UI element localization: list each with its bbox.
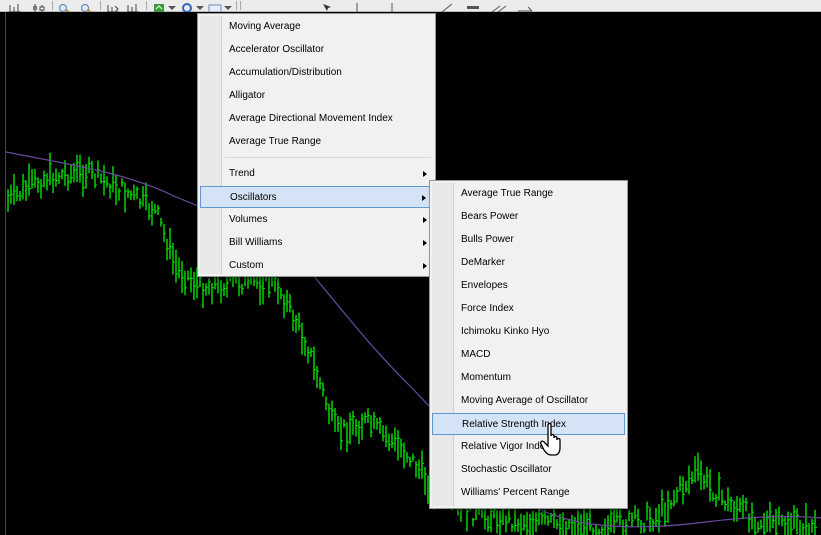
toolbar <box>0 0 821 18</box>
menu-item-label: Ichimoku Kinko Hyo <box>461 326 550 337</box>
chevron-down-icon[interactable] <box>196 6 204 10</box>
menu-item[interactable]: DeMarker <box>432 252 625 274</box>
menu-item[interactable]: Force Index <box>432 298 625 320</box>
submenu-arrow-icon <box>422 195 426 201</box>
menu-item[interactable]: Moving Average <box>200 16 433 38</box>
vertical-line-icon[interactable] <box>350 0 364 13</box>
menu-item[interactable]: Moving Average of Oscillator <box>432 390 625 412</box>
menu-item[interactable]: Ichimoku Kinko Hyo <box>432 321 625 343</box>
submenu-arrow-icon <box>423 263 427 269</box>
toolbar-separator <box>52 1 53 10</box>
menu-item[interactable]: Accelerator Oscillator <box>200 39 433 61</box>
chart-bar-icon[interactable] <box>8 0 22 13</box>
chevron-down-icon[interactable] <box>168 6 176 10</box>
menu-item[interactable]: Relative Vigor Index <box>432 436 625 458</box>
chevron-down-icon[interactable] <box>224 6 232 10</box>
menu-item-label: Bears Power <box>461 211 519 222</box>
menu-item-label: Envelopes <box>461 280 508 291</box>
menu-item-label: Bill Williams <box>229 237 283 248</box>
autoscroll-icon[interactable] <box>126 0 140 13</box>
menu-item-label: Bulls Power <box>461 234 514 245</box>
menu-item-label: Accumulation/Distribution <box>229 67 342 78</box>
menu-item[interactable]: Trend <box>200 163 433 185</box>
toolbar-separator <box>240 1 241 10</box>
menu-item-label: Average True Range <box>229 136 322 147</box>
submenu-arrow-icon <box>423 240 427 246</box>
indicators-icon[interactable] <box>152 0 166 12</box>
menu-item[interactable]: Relative Strength Index <box>432 413 625 435</box>
crosshair-icon[interactable] <box>320 0 334 11</box>
fibonacci-icon[interactable] <box>490 0 508 13</box>
menu-item[interactable]: Momentum <box>432 367 625 389</box>
menu-item-label: Average Directional Movement Index <box>229 113 393 124</box>
menu-item[interactable]: Average True Range <box>200 131 433 153</box>
text-icon[interactable] <box>516 0 534 12</box>
menu-item-label: Stochastic Oscillator <box>461 464 552 475</box>
menu-item-label: Moving Average <box>229 21 301 32</box>
toolbar-separator <box>236 1 237 10</box>
menu-item[interactable]: Average True Range <box>432 183 625 205</box>
menu-item[interactable]: Volumes <box>200 209 433 231</box>
menu-item-label: Moving Average of Oscillator <box>461 395 589 406</box>
templates-icon[interactable] <box>208 0 222 13</box>
menu-item-label: Average True Range <box>461 188 554 199</box>
menu-item[interactable]: Average Directional Movement Index <box>200 108 433 130</box>
menu-item[interactable]: Custom <box>200 255 433 277</box>
oscillators-submenu: Average True Range Bears Power Bulls Power… <box>429 180 628 509</box>
submenu-arrow-icon <box>423 217 427 223</box>
mouse-pointer-hand-icon <box>540 422 561 456</box>
menu-item[interactable]: Williams' Percent Range <box>432 482 625 504</box>
menu-item-label: Alligator <box>229 90 266 101</box>
menu-item[interactable]: MACD <box>432 344 625 366</box>
tile-icon[interactable] <box>106 0 120 13</box>
toolbar-separator <box>100 1 101 10</box>
zoom-out-icon[interactable] <box>80 0 94 14</box>
menu-item-label: Volumes <box>229 214 268 225</box>
menu-item[interactable]: Envelopes <box>432 275 625 297</box>
menu-separator <box>225 157 431 158</box>
menu-item[interactable]: Bears Power <box>432 206 625 228</box>
menu-item[interactable]: Bulls Power <box>432 229 625 251</box>
menu-item-label: Custom <box>229 260 264 271</box>
menu-item-label: Momentum <box>461 372 512 383</box>
menu-item-label: Trend <box>229 168 255 179</box>
submenu-arrow-icon <box>423 171 427 177</box>
menu-item[interactable]: Alligator <box>200 85 433 107</box>
menu-item-label: Relative Vigor Index <box>461 441 551 452</box>
chart-candle-icon[interactable] <box>32 0 46 12</box>
menu-item[interactable]: Oscillators <box>200 186 433 208</box>
equidistant-channel-icon[interactable] <box>466 0 480 10</box>
zoom-in-icon[interactable] <box>58 0 72 14</box>
menu-item-label: MACD <box>461 349 491 360</box>
menu-item[interactable]: Bill Williams <box>200 232 433 254</box>
insert-indicators-menu: Moving Average Accelerator Oscillator Accu… <box>197 13 436 277</box>
trendline-icon[interactable] <box>440 0 454 13</box>
menu-item-label: DeMarker <box>461 257 505 268</box>
menu-item[interactable]: Accumulation/Distribution <box>200 62 433 84</box>
horizontal-line-icon[interactable] <box>385 0 399 13</box>
toolbar-separator <box>146 1 147 10</box>
menu-item-label: Force Index <box>461 303 514 314</box>
periods-icon[interactable] <box>180 0 194 13</box>
menu-item-label: Oscillators <box>230 192 277 203</box>
menu-item-label: Williams' Percent Range <box>461 487 570 498</box>
menu-item-label: Accelerator Oscillator <box>229 44 325 55</box>
menu-item[interactable]: Stochastic Oscillator <box>432 459 625 481</box>
